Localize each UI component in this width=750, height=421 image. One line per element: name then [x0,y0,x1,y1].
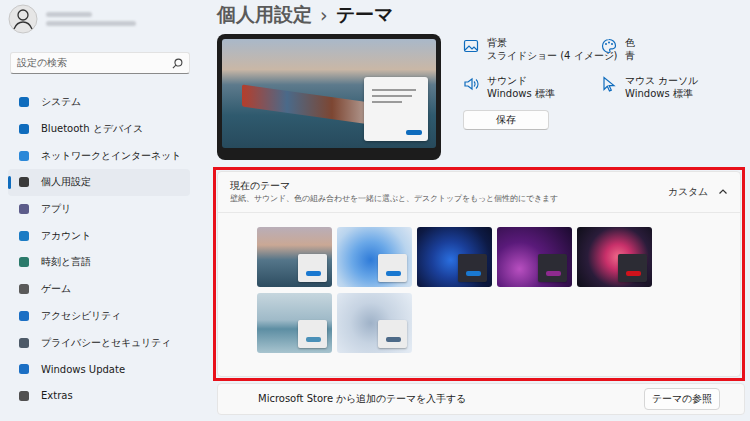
cursor-icon [601,76,617,92]
mini-window [458,254,487,282]
theme-thumbnail[interactable] [577,227,652,287]
palette-icon [601,38,617,54]
preview-window [364,77,428,141]
sidebar-item[interactable]: プライバシーとセキュリティ [8,329,190,356]
theme-summary: 背景スライドショー (4 イメージ)色青サウンドWindows 標準マウス カー… [217,34,745,162]
nav-item-icon [18,96,30,108]
nav-item-icon [18,123,30,135]
current-theme-value: カスタム [668,185,708,199]
nav-list: システムBluetooth とデバイスネットワークとインターネット個人用設定アプ… [8,89,190,409]
breadcrumb-separator: › [320,4,328,26]
search-box[interactable]: 設定の検索 [10,52,190,74]
mini-window [298,320,327,348]
sidebar-item[interactable]: アプリ [8,196,190,223]
nav-item-icon [18,390,30,402]
theme-setting-item[interactable]: マウス カーソルWindows 標準 [601,74,731,100]
theme-thumbnail[interactable] [337,227,412,287]
theme-thumbnail[interactable] [257,227,332,287]
save-button[interactable]: 保存 [463,110,549,130]
browse-themes-button[interactable]: テーマの参照 [644,388,720,410]
breadcrumb-current: テーマ [336,2,393,28]
theme-settings: 背景スライドショー (4 イメージ)色青サウンドWindows 標準マウス カー… [463,36,731,100]
annotation-highlight: 現在のテーマ壁紙、サウンド、色の組み合わせを一緒に選ぶと、デスクトップをもっと個… [213,167,745,381]
picture-icon [463,38,479,54]
nav-item-icon [18,283,30,295]
mini-window [618,254,647,282]
nav-item-icon [18,176,30,188]
nav-item-icon [18,203,30,215]
search-icon [172,58,183,69]
mini-window [378,320,407,348]
mini-window [538,254,567,282]
nav-item-icon [18,150,30,162]
nav-item-icon [18,363,30,375]
theme-setting-item[interactable]: 色青 [601,36,731,62]
theme-thumbnail[interactable] [257,293,332,353]
sidebar-item[interactable]: Windows Update [8,356,190,383]
user-email-blur [46,21,136,26]
sidebar-item[interactable]: ネットワークとインターネット [8,142,190,169]
sidebar-item[interactable]: 個人用設定 [8,169,190,196]
sidebar-item[interactable]: アクセシビリティ [8,303,190,330]
theme-thumbnail[interactable] [337,293,412,353]
sidebar-item[interactable]: ゲーム [8,276,190,303]
nav-item-icon [18,256,30,268]
sidebar: 設定の検索システムBluetooth とデバイスネットワークとインターネット個人… [0,0,200,421]
main-content: 個人用設定 › テーマ背景スライドショー (4 イメージ)色青サウンドWindows… [200,0,750,421]
theme-setting-item[interactable]: 背景スライドショー (4 イメージ) [463,36,601,62]
chevron-icon [718,187,728,197]
sidebar-item[interactable]: 時刻と言語 [8,249,190,276]
breadcrumb-parent[interactable]: 個人用設定 [217,2,312,28]
mini-window [298,254,327,282]
store-row: Microsoft Store から追加のテーマを入手するテーマの参照 [217,383,745,415]
theme-thumbnail[interactable] [417,227,492,287]
sidebar-item[interactable]: システム [8,89,190,116]
theme-grid [218,213,740,353]
speaker-icon [463,76,479,92]
user-avatar-icon [8,4,38,34]
sidebar-item[interactable]: Extras [8,383,190,410]
user-name-blur [46,12,92,17]
mini-window [378,254,407,282]
current-theme-header[interactable]: 現在のテーマ壁紙、サウンド、色の組み合わせを一緒に選ぶと、デスクトップをもっと個… [218,172,740,213]
settings-window: 設定の検索システムBluetooth とデバイスネットワークとインターネット個人… [0,0,750,421]
theme-thumbnail[interactable] [497,227,572,287]
sidebar-item[interactable]: アカウント [8,222,190,249]
nav-item-icon [18,337,30,349]
theme-setting-item[interactable]: サウンドWindows 標準 [463,74,601,100]
nav-item-icon [18,310,30,322]
preview-wallpaper [222,39,436,148]
current-theme-card: 現在のテーマ壁紙、サウンド、色の組み合わせを一緒に選ぶと、デスクトップをもっと個… [217,171,741,377]
sidebar-item[interactable]: Bluetooth とデバイス [8,116,190,143]
breadcrumb: 個人用設定 › テーマ [217,0,745,30]
nav-item-icon [18,230,30,242]
search-placeholder: 設定の検索 [17,56,67,70]
theme-preview [217,34,441,160]
selection-indicator [8,176,11,189]
user-profile[interactable] [8,3,190,35]
